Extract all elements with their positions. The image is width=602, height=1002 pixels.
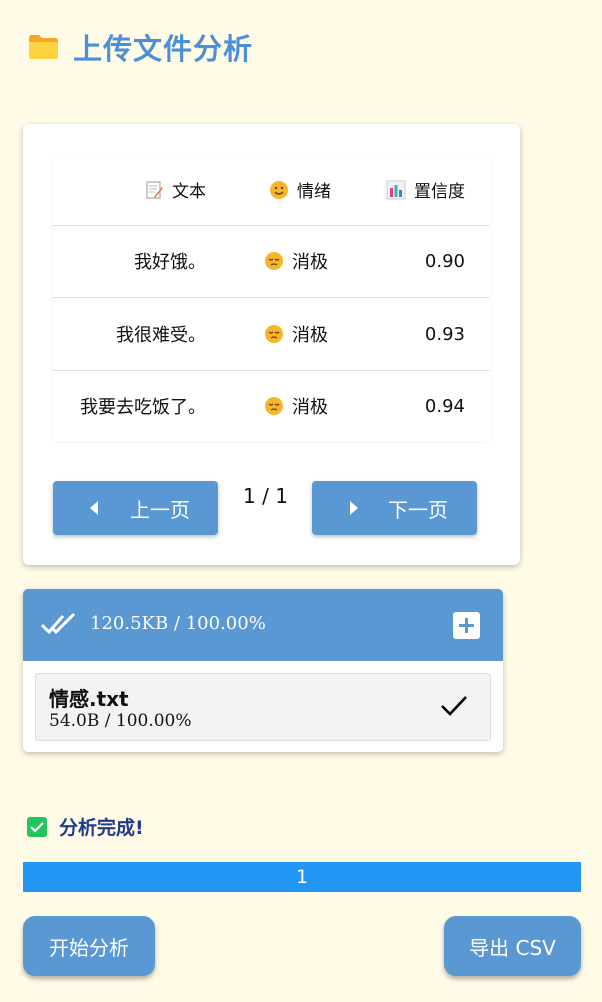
bar-chart-icon <box>386 180 406 199</box>
row-emotion: 消极 <box>264 298 328 370</box>
results-card: 文本 情绪 置信度 我好饿。 消极 0.90 我很难受。 消极 0.93 我要去… <box>23 124 520 565</box>
table-row: 我好饿。 消极 0.90 <box>53 225 490 298</box>
upload-panel: 120.5KB / 100.00% 情感.txt 54.0B / 100.00% <box>23 589 503 752</box>
add-file-button[interactable] <box>453 612 480 639</box>
results-table: 文本 情绪 置信度 我好饿。 消极 0.90 我很难受。 消极 0.93 我要去… <box>53 154 490 441</box>
folder-icon <box>29 35 58 59</box>
status-message: 分析完成! <box>27 813 144 840</box>
next-page-button[interactable]: 下一页 <box>312 481 477 535</box>
pensive-face-icon <box>265 252 283 270</box>
table-header: 文本 情绪 置信度 <box>53 154 490 226</box>
row-text: 我要去吃饭了。 <box>80 397 206 418</box>
row-text: 我很难受。 <box>116 325 206 346</box>
caret-left-icon <box>90 501 98 515</box>
smile-icon <box>270 180 288 199</box>
export-csv-button[interactable]: 导出 CSV <box>444 916 581 976</box>
row-confidence: 0.90 <box>424 250 465 272</box>
upload-header: 120.5KB / 100.00% <box>23 589 503 661</box>
progress-bar: 1 <box>23 862 581 892</box>
table-row: 我要去吃饭了。 消极 0.94 <box>53 370 490 442</box>
column-header-text: 文本 <box>144 154 206 225</box>
row-emotion: 消极 <box>264 225 328 297</box>
row-confidence: 0.94 <box>424 395 465 417</box>
status-text: 分析完成! <box>59 817 144 839</box>
file-stat: 54.0B / 100.00% <box>49 711 192 731</box>
start-analysis-button[interactable]: 开始分析 <box>23 916 155 976</box>
column-header-emotion: 情绪 <box>269 154 331 225</box>
upload-total-stat: 120.5KB / 100.00% <box>90 613 266 634</box>
row-text: 我好饿。 <box>134 252 206 273</box>
checkbox-check-icon <box>27 816 47 837</box>
check-icon <box>441 696 467 716</box>
page-title: 上传文件分析 <box>73 32 254 66</box>
caret-right-icon <box>350 501 358 515</box>
file-item: 情感.txt 54.0B / 100.00% <box>35 673 491 741</box>
pensive-face-icon <box>265 325 283 343</box>
page-indicator: 1 / 1 <box>243 484 288 508</box>
memo-icon <box>146 181 163 198</box>
prev-page-button[interactable]: 上一页 <box>53 481 218 535</box>
file-name: 情感.txt <box>49 687 129 711</box>
header: 上传文件分析 <box>28 26 253 68</box>
row-emotion: 消极 <box>264 370 328 442</box>
pensive-face-icon <box>265 397 283 415</box>
column-header-confidence: 置信度 <box>386 154 465 225</box>
double-check-icon <box>41 613 76 635</box>
row-confidence: 0.93 <box>424 323 465 345</box>
table-row: 我很难受。 消极 0.93 <box>53 298 490 371</box>
